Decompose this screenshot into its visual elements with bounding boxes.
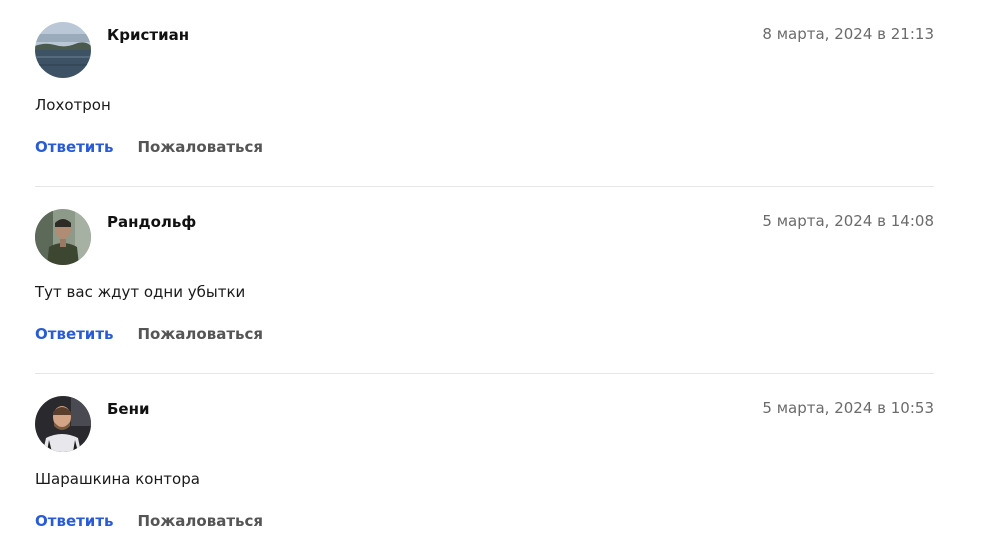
comment-text: Тут вас ждут одни убытки bbox=[35, 283, 246, 301]
comment-author: Кристиан bbox=[107, 26, 190, 44]
comment-actions: Ответить Пожаловаться bbox=[35, 512, 263, 530]
complain-button[interactable]: Пожаловаться bbox=[138, 512, 264, 530]
avatar-lake-image bbox=[35, 22, 91, 78]
complain-button[interactable]: Пожаловаться bbox=[138, 325, 264, 343]
reply-button[interactable]: Ответить bbox=[35, 325, 114, 343]
comment-item: Кристиан 8 марта, 2024 в 21:13 Лохотрон … bbox=[35, 0, 934, 187]
comment-actions: Ответить Пожаловаться bbox=[35, 138, 263, 156]
comment-date: 5 марта, 2024 в 14:08 bbox=[762, 212, 934, 230]
comment-actions: Ответить Пожаловаться bbox=[35, 325, 263, 343]
avatar[interactable] bbox=[35, 209, 91, 265]
comment-date: 5 марта, 2024 в 10:53 bbox=[762, 399, 934, 417]
comments-list: Кристиан 8 марта, 2024 в 21:13 Лохотрон … bbox=[35, 0, 934, 560]
reply-button[interactable]: Ответить bbox=[35, 512, 114, 530]
complain-button[interactable]: Пожаловаться bbox=[138, 138, 264, 156]
avatar-person-image bbox=[35, 209, 91, 265]
comment-text: Лохотрон bbox=[35, 96, 111, 114]
comment-text: Шарашкина контора bbox=[35, 470, 200, 488]
comment-author: Рандольф bbox=[107, 213, 197, 231]
comment-author: Бени bbox=[107, 400, 150, 418]
comment-item: Рандольф 5 марта, 2024 в 14:08 Тут вас ж… bbox=[35, 187, 934, 374]
avatar[interactable] bbox=[35, 396, 91, 452]
comment-date: 8 марта, 2024 в 21:13 bbox=[762, 25, 934, 43]
avatar-person-image bbox=[35, 396, 91, 452]
avatar[interactable] bbox=[35, 22, 91, 78]
comment-item: Бени 5 марта, 2024 в 10:53 Шарашкина кон… bbox=[35, 374, 934, 560]
reply-button[interactable]: Ответить bbox=[35, 138, 114, 156]
